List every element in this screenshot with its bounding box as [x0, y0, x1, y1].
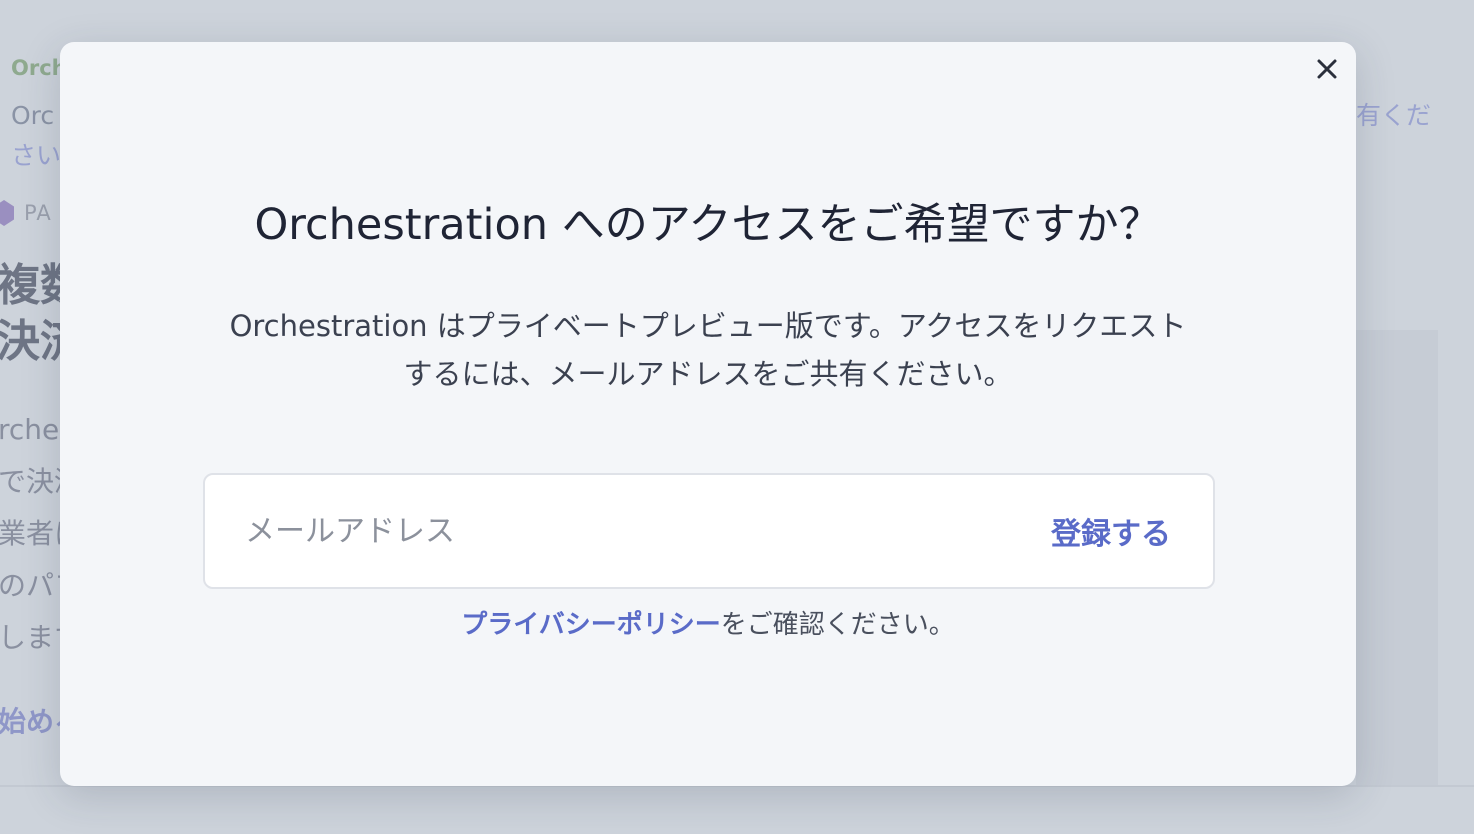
close-icon	[1317, 59, 1337, 79]
close-button[interactable]	[1312, 54, 1342, 84]
bg-eyebrow: Orch	[11, 56, 67, 80]
privacy-policy-link[interactable]: プライバシーポリシー	[461, 610, 720, 640]
modal-title: Orchestration へのアクセスをご希望ですか？	[254, 200, 1162, 250]
bg-badge: PA	[0, 200, 52, 226]
access-request-modal: Orchestration へのアクセスをご希望ですか？ Orchestrati…	[60, 42, 1356, 786]
modal-description-line2: するには、メールアドレスをご共有ください。	[403, 357, 1013, 391]
privacy-note: プライバシーポリシーをご確認ください。	[60, 604, 1356, 641]
email-input[interactable]	[205, 475, 1031, 587]
register-button[interactable]: 登録する	[1031, 475, 1213, 587]
modal-description: Orchestration はプライベートプレビュー版です。アクセスをリクエスト…	[180, 302, 1236, 398]
privacy-note-suffix: をご確認ください。	[720, 610, 955, 640]
cube-icon	[0, 200, 14, 226]
modal-description-line1: Orchestration はプライベートプレビュー版です。アクセスをリクエスト	[229, 309, 1187, 343]
bg-panel	[1356, 330, 1438, 787]
bg-description-line1-right: 有くだ	[1355, 101, 1431, 130]
email-signup-form: 登録する	[203, 473, 1215, 589]
bg-badge-text: PA	[24, 201, 52, 225]
